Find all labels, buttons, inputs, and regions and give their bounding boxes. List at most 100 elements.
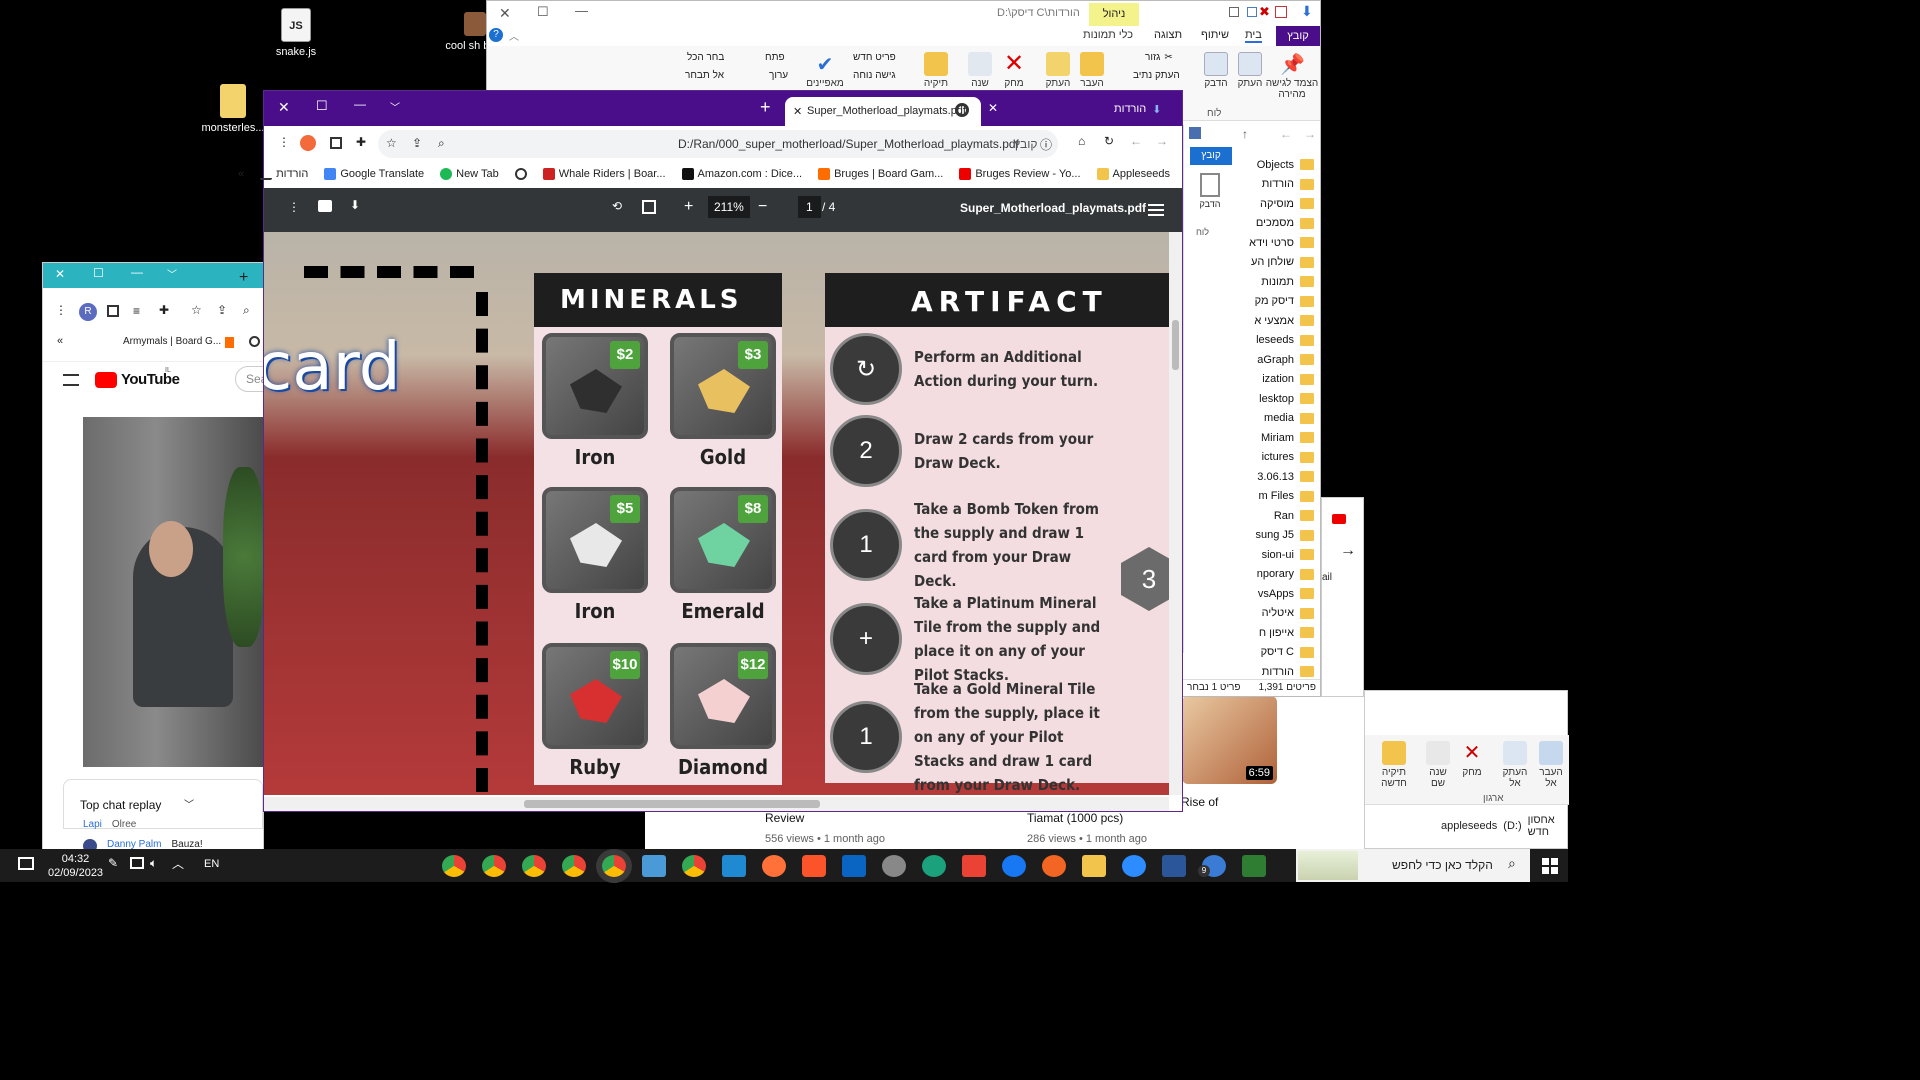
info-icon[interactable]: ⓘ	[1040, 136, 1052, 153]
download-icon[interactable]: ⬇	[350, 198, 360, 212]
bookmark-globe[interactable]	[514, 168, 527, 180]
video-title[interactable]: Rise of	[1181, 795, 1218, 809]
copy-to-button[interactable]: העתק	[1043, 52, 1073, 89]
delete-button[interactable]: ✕ מחק	[999, 52, 1029, 90]
tab-home[interactable]: בית	[1245, 29, 1262, 43]
rotate-icon[interactable]: ⟲	[612, 199, 622, 213]
video-player[interactable]	[83, 417, 265, 767]
address-segment[interactable]: appleseeds	[1441, 820, 1497, 832]
notifications-icon[interactable]	[18, 857, 34, 870]
delete-button[interactable]: ✕ מחק	[1457, 741, 1487, 778]
app-icon[interactable]	[882, 855, 906, 877]
chrome-icon[interactable]	[562, 855, 586, 877]
nav-item[interactable]: 3.06.13	[1232, 467, 1320, 487]
chrome-icon[interactable]	[482, 855, 506, 877]
rename-button[interactable]: שנה	[965, 52, 995, 89]
bookmark-whale-riders[interactable]: Whale Riders | Boar...	[542, 168, 666, 180]
bookmark-translate[interactable]: Google Translate	[324, 168, 424, 180]
chevron-up-icon[interactable]: ︿	[172, 855, 184, 872]
bookmark-downloads[interactable]: הורדות	[260, 168, 308, 180]
rename-button[interactable]: שנה שם	[1423, 741, 1453, 789]
tab-downloads[interactable]: הורדות ⬇	[1114, 103, 1161, 116]
scroll-thumb[interactable]	[1172, 320, 1179, 370]
chevron-up-icon[interactable]: ︿	[509, 28, 519, 43]
new-folder-button[interactable]: תיקיה חדשה	[1377, 741, 1411, 789]
reading-list-icon[interactable]: ≡	[133, 304, 140, 318]
menu-dots-icon[interactable]: ⋮	[55, 303, 67, 317]
share-icon[interactable]: ⇪	[412, 136, 422, 150]
vscode-icon[interactable]	[722, 855, 746, 877]
select-none-button[interactable]: אל תבחר	[685, 70, 724, 81]
extensions-icon[interactable]: ✚	[356, 135, 366, 149]
select-all-button[interactable]: בחר הכל	[687, 52, 724, 63]
properties-button[interactable]: ✔ מאפיינים	[805, 52, 845, 89]
chevron-left-icon[interactable]: «	[57, 335, 63, 347]
new-folder-button[interactable]: תיקיה	[919, 52, 953, 89]
tab-search-icon[interactable]: ﹀	[390, 99, 400, 114]
fit-page-icon[interactable]	[642, 200, 656, 214]
file-tab-mini[interactable]: קובץ	[1190, 147, 1232, 165]
desktop-icon-snake[interactable]: JS snake.js	[261, 8, 331, 58]
word-icon[interactable]	[1162, 855, 1186, 877]
delete-icon[interactable]: ✖	[1259, 4, 1270, 20]
zoom-level[interactable]: 211%	[708, 196, 750, 218]
nav-item[interactable]: vsApps	[1232, 584, 1320, 604]
zoom-icon[interactable]: ⌕	[243, 303, 250, 318]
easy-access-button[interactable]: גישה נוחה	[853, 70, 896, 81]
minimize-icon[interactable]: —	[131, 265, 143, 279]
horizontal-scrollbar[interactable]	[264, 797, 1169, 811]
bookmark-appleseeds[interactable]: Appleseeds	[1096, 168, 1170, 180]
nav-item[interactable]: תמונות	[1232, 272, 1320, 292]
back-arrow-icon[interactable]: →	[1304, 127, 1316, 141]
zoom-icon[interactable]: ⌕	[438, 136, 445, 151]
clock[interactable]: 04:32 02/09/2023	[48, 852, 103, 880]
bookmark-amazon[interactable]: Amazon.com : Dice...	[681, 168, 802, 180]
paste-mini-button[interactable]: הדבק	[1198, 173, 1222, 209]
chrome-icon[interactable]	[682, 855, 706, 877]
outlook-icon[interactable]	[842, 855, 866, 877]
gmail-label[interactable]: ail	[1322, 572, 1332, 583]
address-bar[interactable]: ☆ ⇪ ⌕ D:/Ran/000_super_motherload/Super_…	[378, 130, 1058, 158]
side-panel-icon[interactable]	[330, 137, 342, 149]
nav-item[interactable]: איטליה	[1232, 604, 1320, 624]
nav-item[interactable]: מוסיקה	[1232, 194, 1320, 214]
maximize-icon[interactable]: ☐	[93, 266, 104, 280]
taskbar-search-box[interactable]: הקלד כאן כדי לחפש ⌕	[1296, 849, 1530, 882]
properties-icon[interactable]	[1247, 7, 1257, 17]
nav-item[interactable]: m Files	[1232, 487, 1320, 507]
close-icon[interactable]: ✕	[499, 5, 511, 22]
nav-item[interactable]: Miriam	[1232, 428, 1320, 448]
open-button[interactable]: פתח	[765, 52, 785, 63]
firefox-icon[interactable]	[762, 855, 786, 877]
zoom-in-icon[interactable]: +	[684, 198, 693, 216]
move-to-button[interactable]: העבר אל	[1533, 741, 1569, 789]
copy-to-button[interactable]: העתק אל	[1497, 741, 1533, 789]
paste-button[interactable]: הדבק	[1201, 52, 1231, 89]
edge-icon[interactable]	[922, 855, 946, 877]
nav-item[interactable]: דיסק C	[1232, 643, 1320, 663]
new-item-button[interactable]: פריט חדש	[853, 52, 896, 63]
extensions-icon[interactable]: ✚	[159, 303, 169, 317]
chrome-profile-icon[interactable]	[442, 855, 466, 877]
facebook-icon[interactable]	[1002, 855, 1026, 877]
hamburger-menu-icon[interactable]	[63, 374, 79, 386]
zoom-out-icon[interactable]: −	[758, 198, 767, 216]
menu-dots-icon[interactable]: ⋮	[288, 200, 300, 214]
address-segment[interactable]: אחסון חדש	[1528, 814, 1569, 838]
language-indicator[interactable]: EN	[204, 858, 219, 870]
back-arrow-icon[interactable]: ←	[1130, 134, 1142, 148]
context-sub-label[interactable]: כלי תמונות	[1083, 29, 1133, 41]
address-text[interactable]: D:/Ran/000_super_motherload/Super_Mother…	[678, 137, 1019, 151]
nav-item[interactable]: אייפון ח	[1232, 623, 1320, 643]
sidebar-toggle-icon[interactable]	[1148, 204, 1164, 216]
nav-item[interactable]: leseeds	[1232, 331, 1320, 351]
app-orange-icon[interactable]	[1042, 855, 1066, 877]
windows-start-icon[interactable]	[1542, 858, 1558, 874]
forward-arrow-icon[interactable]: →	[1156, 134, 1168, 148]
nav-item[interactable]: Objects	[1232, 155, 1320, 175]
nav-item[interactable]: lesktop	[1232, 389, 1320, 409]
help-icon[interactable]: ?	[489, 28, 503, 42]
arrow-right-icon[interactable]: →	[1340, 542, 1356, 560]
nav-item[interactable]: ictures	[1232, 448, 1320, 468]
chevron-left-icon[interactable]: «	[226, 168, 244, 180]
